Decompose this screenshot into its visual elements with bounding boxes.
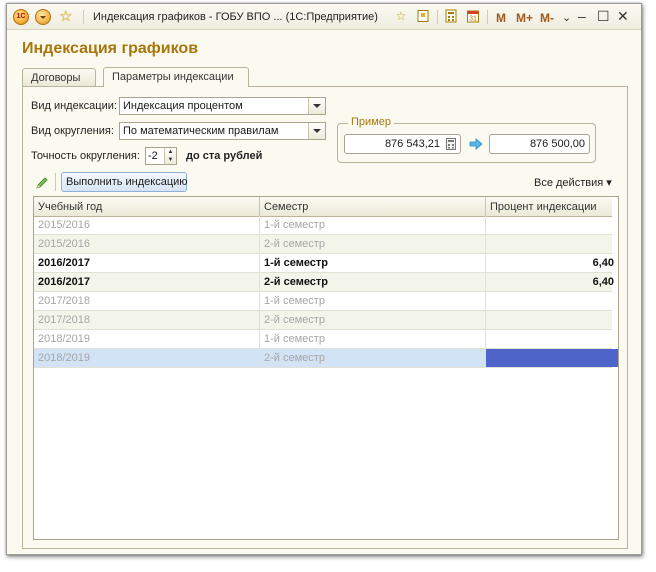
1c-logo-icon[interactable]: 1С: [13, 9, 29, 25]
table-header: Учебный год Семестр Процент индексации: [34, 197, 612, 217]
cell-percent[interactable]: [486, 235, 618, 253]
chevron-down-icon[interactable]: [308, 123, 325, 139]
example-output-field: 876 500,00: [489, 134, 590, 154]
favorites-star-icon[interactable]: ☆: [59, 8, 72, 25]
precision-value: -2: [148, 150, 158, 162]
index-type-value: Индексация процентом: [123, 100, 243, 112]
m-button[interactable]: M: [496, 11, 506, 25]
run-indexation-button[interactable]: Выполнить индексацию: [61, 172, 188, 192]
bookmark-icon[interactable]: [416, 9, 430, 23]
cell-year[interactable]: 2017/2018: [34, 292, 260, 310]
cell-semester[interactable]: 2-й семестр: [260, 273, 486, 291]
index-type-select[interactable]: Индексация процентом: [119, 97, 326, 115]
cell-year[interactable]: 2015/2016: [34, 235, 260, 253]
cell-percent[interactable]: [486, 330, 618, 348]
index-type-label: Вид индексации:: [31, 100, 117, 112]
cell-year[interactable]: 2018/2019: [34, 330, 260, 348]
cell-semester[interactable]: 1-й семестр: [260, 216, 486, 234]
example-legend: Пример: [348, 116, 394, 128]
cell-percent[interactable]: 6,40: [486, 254, 618, 272]
cell-semester[interactable]: 2-й семестр: [260, 349, 486, 367]
tab-contracts[interactable]: Договоры: [22, 68, 96, 86]
indexation-table[interactable]: Учебный год Семестр Процент индексации 2…: [33, 196, 619, 540]
cell-semester[interactable]: 1-й семестр: [260, 330, 486, 348]
toolbar-separator: [437, 10, 438, 24]
cell-percent-focused[interactable]: [486, 349, 618, 367]
all-actions-menu[interactable]: Все действия ▾: [534, 176, 612, 189]
cell-semester[interactable]: 1-й семестр: [260, 254, 486, 272]
precision-stepper[interactable]: -2 ▲ ▼: [145, 147, 177, 165]
rounding-type-select[interactable]: По математическим правилам: [119, 122, 326, 140]
arrow-right-icon: [469, 137, 483, 151]
chevron-down-icon[interactable]: [308, 98, 325, 114]
cell-percent[interactable]: [486, 292, 618, 310]
calculator-icon[interactable]: [445, 138, 457, 150]
cell-semester[interactable]: 2-й семестр: [260, 235, 486, 253]
toolbar-divider: [55, 173, 56, 191]
column-header-year[interactable]: Учебный год: [34, 197, 260, 216]
precision-label: Точность округления:: [31, 150, 140, 162]
example-group: Пример 876 543,21 876 500,00: [337, 116, 596, 163]
svg-text:31: 31: [469, 16, 477, 23]
cell-year[interactable]: 2016/2017: [34, 254, 260, 272]
title-bar: 1С ☆ Индексация графиков - ГОБУ ВПО ... …: [7, 4, 641, 30]
title-separator: [83, 10, 84, 24]
tab-index-parameters[interactable]: Параметры индексации: [103, 67, 249, 87]
main-menu-icon[interactable]: [35, 9, 51, 25]
cell-percent[interactable]: [486, 216, 618, 234]
m-minus-button[interactable]: M-: [540, 11, 554, 25]
window-title: Индексация графиков - ГОБУ ВПО ... (1С:П…: [93, 11, 378, 23]
rounding-type-value: По математическим правилам: [123, 125, 279, 137]
app-window: 1С ☆ Индексация графиков - ГОБУ ВПО ... …: [6, 3, 642, 555]
precision-suffix: до ста рублей: [186, 150, 263, 162]
column-header-semester[interactable]: Семестр: [260, 197, 486, 216]
table-row[interactable]: 2015/2016 1-й семестр: [34, 216, 612, 235]
column-header-percent[interactable]: Процент индексации: [486, 197, 618, 216]
rounding-type-label: Вид округления:: [31, 125, 114, 137]
cell-year[interactable]: 2017/2018: [34, 311, 260, 329]
page-title: Индексация графиков: [22, 40, 199, 57]
table-row[interactable]: 2016/2017 2-й семестр 6,40: [34, 273, 614, 292]
add-favorite-icon[interactable]: ☆: [394, 9, 408, 23]
table-row-selected[interactable]: 2018/2019 2-й семестр: [34, 349, 618, 368]
close-icon[interactable]: ✕: [617, 8, 629, 24]
table-row[interactable]: 2017/2018 1-й семестр: [34, 292, 612, 311]
pencil-icon[interactable]: [35, 176, 49, 190]
example-input-field[interactable]: 876 543,21: [344, 134, 461, 154]
dropdown-arrow-icon[interactable]: ⌄: [562, 10, 571, 26]
cell-percent[interactable]: 6,40: [486, 273, 618, 291]
cell-year[interactable]: 2015/2016: [34, 216, 260, 234]
table-row[interactable]: 2018/2019 1-й семестр: [34, 330, 612, 349]
m-plus-button[interactable]: M+: [516, 11, 533, 25]
minimize-icon[interactable]: –: [578, 8, 586, 24]
example-input-value: 876 543,21: [384, 138, 440, 150]
cell-semester[interactable]: 1-й семестр: [260, 292, 486, 310]
toolbar-separator-2: [487, 10, 488, 24]
stepper-arrows-icon[interactable]: ▲ ▼: [164, 148, 176, 164]
table-row[interactable]: 2017/2018 2-й семестр: [34, 311, 612, 330]
table-row[interactable]: 2015/2016 2-й семестр: [34, 235, 612, 254]
calculator-icon[interactable]: [444, 9, 458, 23]
calendar-icon[interactable]: 31: [466, 9, 480, 23]
tab-panel-index-parameters: Вид индексации: Индексация процентом Вид…: [22, 86, 628, 549]
table-row[interactable]: 2016/2017 1-й семестр 6,40: [34, 254, 614, 273]
cell-year[interactable]: 2018/2019: [34, 349, 260, 367]
example-output-value: 876 500,00: [529, 138, 585, 150]
cell-semester[interactable]: 2-й семестр: [260, 311, 486, 329]
cell-year[interactable]: 2016/2017: [34, 273, 260, 291]
cell-percent[interactable]: [486, 311, 618, 329]
maximize-icon[interactable]: ☐: [597, 8, 610, 24]
